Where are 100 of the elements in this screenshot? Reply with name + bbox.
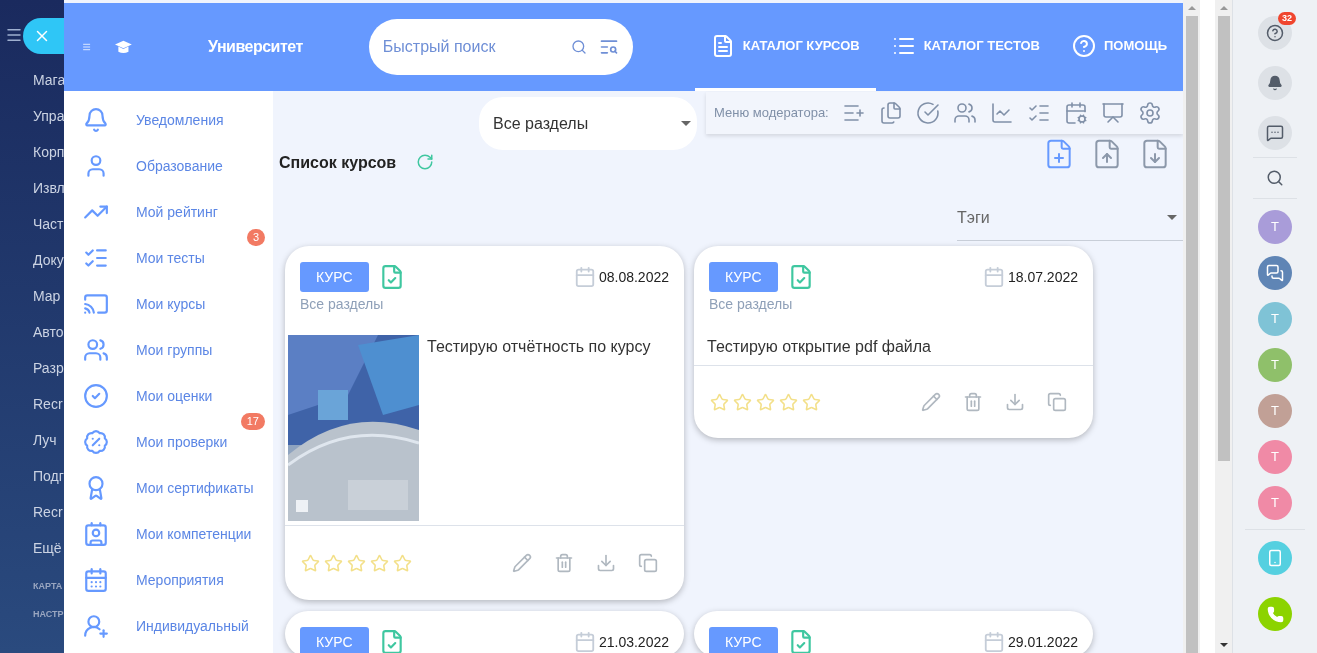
- star-icon[interactable]: [756, 392, 775, 412]
- calendar-icon: [982, 631, 1005, 653]
- background-menu-item[interactable]: Recr: [33, 386, 64, 422]
- background-menu-section: НАСТР: [33, 594, 64, 622]
- sidebar-item[interactable]: Мои группы: [64, 327, 213, 373]
- delete-icon[interactable]: [963, 392, 983, 412]
- line-chart-icon[interactable]: [989, 101, 1014, 125]
- course-date: 18.07.2022: [1007, 267, 1078, 287]
- contact-avatar[interactable]: Т: [1258, 302, 1292, 336]
- contact-avatar[interactable]: Т: [1258, 440, 1292, 474]
- sidebar-item[interactable]: Мои тесты: [64, 235, 205, 281]
- background-menu-item[interactable]: Мар: [33, 278, 64, 314]
- sidebar-item[interactable]: Мои компетенции: [64, 511, 252, 557]
- download-icon[interactable]: [596, 553, 616, 573]
- call-button[interactable]: [1258, 597, 1292, 631]
- search-icon[interactable]: [570, 39, 587, 55]
- presentation-icon[interactable]: [1100, 101, 1125, 125]
- course-date: 21.03.2022: [598, 632, 669, 652]
- star-icon[interactable]: [347, 553, 366, 573]
- nav-tab[interactable]: КАТАЛОГ ТЕСТОВ: [875, 3, 1056, 91]
- chat-button[interactable]: [1258, 116, 1292, 150]
- background-menu-item[interactable]: Част: [33, 206, 64, 242]
- sidebar-item[interactable]: Уведомления: [64, 97, 224, 143]
- background-menu-item[interactable]: Корп: [33, 134, 64, 170]
- dropdown-caret-icon: [1167, 215, 1177, 220]
- check-circle-icon[interactable]: [915, 101, 940, 125]
- cast-icon: [83, 291, 109, 317]
- course-badge: КУРС: [300, 262, 369, 292]
- bell-icon: [1267, 75, 1283, 91]
- background-menu-item[interactable]: Луч: [33, 422, 64, 458]
- app-title: Университет: [208, 37, 303, 57]
- search-field[interactable]: Быстрый поиск: [382, 35, 559, 59]
- background-menu-item[interactable]: Recr: [33, 494, 64, 530]
- nav-tab[interactable]: ПОМОЩЬ: [1056, 3, 1183, 91]
- course-title[interactable]: Тестирую отчётность по курсу: [427, 335, 651, 359]
- documents-icon[interactable]: [878, 101, 903, 125]
- background-menu-item[interactable]: Подг: [33, 458, 64, 494]
- background-menu-item[interactable]: Упра: [33, 98, 64, 134]
- copy-icon[interactable]: [1047, 392, 1067, 412]
- calendar-settings-icon[interactable]: [1063, 101, 1088, 125]
- background-menu-item[interactable]: Извл: [33, 170, 64, 206]
- mobile-app-button[interactable]: [1258, 541, 1292, 575]
- count-badge: 3: [246, 229, 265, 246]
- notification-count-badge: 32: [1278, 12, 1296, 25]
- help-icon: [1266, 24, 1284, 42]
- phone-handset-icon: [1266, 605, 1284, 623]
- list-title: Список курсов: [279, 153, 397, 173]
- course-badge: КУРС: [300, 627, 369, 653]
- star-icon[interactable]: [324, 553, 343, 573]
- sidebar-item[interactable]: Образование: [64, 143, 223, 189]
- person-plus-icon: [83, 613, 109, 639]
- sidebar-item[interactable]: Мероприятия: [64, 557, 224, 603]
- group-chat-icon: [1266, 264, 1284, 282]
- contact-avatar[interactable]: Т: [1258, 394, 1292, 428]
- contact-avatar[interactable]: Т: [1258, 348, 1292, 382]
- group-icon: [83, 337, 109, 363]
- edit-icon[interactable]: [921, 392, 941, 412]
- background-menu-item[interactable]: Доку: [33, 242, 64, 278]
- star-icon[interactable]: [710, 392, 729, 412]
- star-icon[interactable]: [301, 553, 320, 573]
- sidebar-item[interactable]: Мой рейтинг: [64, 189, 218, 235]
- search-bar[interactable]: Быстрый поиск: [368, 19, 633, 75]
- star-icon[interactable]: [802, 392, 821, 412]
- sidebar-item[interactable]: Индивидуальный: [64, 603, 249, 649]
- contact-avatar[interactable]: Т: [1258, 210, 1292, 244]
- edit-icon[interactable]: [512, 553, 532, 573]
- contact-avatar[interactable]: Т: [1258, 486, 1292, 520]
- settings-icon[interactable]: [1137, 101, 1162, 125]
- background-menu-item[interactable]: Разр: [33, 350, 64, 386]
- delete-icon[interactable]: [554, 553, 574, 573]
- sidebar-item[interactable]: Мои оценки: [64, 373, 213, 419]
- star-icon[interactable]: [370, 553, 389, 573]
- dropdown-caret-icon: [681, 121, 691, 126]
- star-icon[interactable]: [733, 392, 752, 412]
- sidebar-item[interactable]: Мои сертификаты: [64, 465, 254, 511]
- background-menu-item[interactable]: Авто: [33, 314, 64, 350]
- phone-icon: [1266, 549, 1284, 567]
- search-icon[interactable]: [1266, 169, 1284, 187]
- course-section: Все разделы: [694, 294, 808, 315]
- calendar-icon: [982, 266, 1005, 288]
- group-icon[interactable]: [952, 101, 977, 125]
- advanced-search-icon[interactable]: [598, 37, 619, 57]
- chat-icon: [1266, 124, 1284, 142]
- course-title[interactable]: Тестирую открытие pdf файла: [697, 335, 941, 359]
- background-menu-item[interactable]: Ещё: [33, 530, 64, 566]
- star-icon[interactable]: [779, 392, 798, 412]
- sidebar-item[interactable]: Мои проверки: [64, 419, 228, 465]
- calendar-icon: [573, 266, 596, 288]
- copy-icon[interactable]: [638, 553, 658, 573]
- count-badge: 17: [240, 413, 265, 430]
- help-button[interactable]: [1258, 16, 1292, 50]
- help-icon: [1072, 33, 1096, 58]
- star-icon[interactable]: [393, 553, 412, 573]
- menu-icon[interactable]: [5, 26, 23, 44]
- section-select[interactable]: Все разделы: [479, 97, 697, 150]
- sidebar-item[interactable]: Мои курсы: [64, 281, 206, 327]
- refresh-icon[interactable]: [416, 153, 435, 171]
- notifications-button[interactable]: [1258, 66, 1292, 100]
- download-icon[interactable]: [1005, 392, 1025, 412]
- group-chat-button[interactable]: [1258, 256, 1292, 290]
